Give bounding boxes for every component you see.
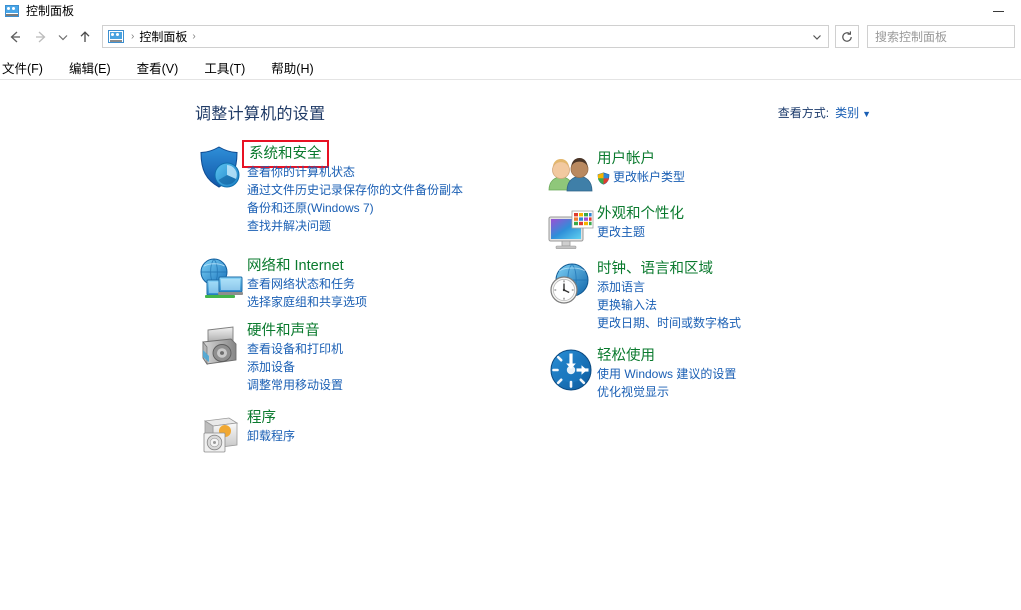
shield-icon[interactable]	[195, 143, 247, 195]
address-bar: › 控制面板 › 搜索控制面板	[0, 22, 1021, 51]
category-user-accounts: 用户帐户 更改帐户类型	[545, 148, 685, 200]
network-globe-icon[interactable]	[195, 255, 247, 307]
link-file-history-backup[interactable]: 通过文件历史记录保存你的文件备份副本	[247, 182, 463, 199]
link-troubleshoot[interactable]: 查找并解决问题	[247, 218, 463, 235]
clock-globe-icon[interactable]	[545, 258, 597, 310]
view-by-label: 查看方式:	[777, 106, 830, 120]
address-path-box[interactable]: › 控制面板 ›	[102, 25, 829, 48]
menu-item-file[interactable]: 文件(F)	[0, 56, 56, 79]
printer-icon[interactable]	[195, 320, 247, 372]
link-optimize-visual-display[interactable]: 优化视觉显示	[597, 384, 736, 401]
link-add-device[interactable]: 添加设备	[247, 359, 343, 376]
category-title-hardware-and-sound[interactable]: 硬件和声音	[247, 322, 320, 340]
page-title: 调整计算机的设置	[195, 106, 326, 123]
breadcrumb-item-control-panel[interactable]: 控制面板	[139, 28, 187, 45]
link-change-account-type[interactable]: 更改帐户类型	[597, 169, 685, 186]
users-icon[interactable]	[545, 148, 597, 200]
view-by-control: 查看方式: 类别 ▼	[778, 104, 871, 121]
category-programs: 程序 卸载程序	[195, 407, 295, 459]
link-change-account-type-label: 更改帐户类型	[613, 170, 686, 184]
menu-bar: 文件(F) 编辑(E) 查看(V) 工具(T) 帮助(H)	[0, 55, 1021, 79]
category-hardware-and-sound: 硬件和声音 查看设备和打印机 添加设备 调整常用移动设置	[195, 320, 343, 394]
breadcrumb-separator: ›	[131, 31, 135, 42]
link-mobility-settings[interactable]: 调整常用移动设置	[247, 377, 343, 394]
recent-locations-button[interactable]	[54, 24, 72, 50]
link-add-language[interactable]: 添加语言	[597, 279, 741, 296]
category-appearance-and-personalization: 外观和个性化 更改主题	[545, 203, 684, 255]
link-windows-suggested-settings[interactable]: 使用 Windows 建议的设置	[597, 366, 736, 383]
link-uninstall-program[interactable]: 卸载程序	[247, 428, 295, 445]
programs-disc-icon[interactable]	[195, 407, 247, 459]
title-bar: 控制面板	[0, 0, 1021, 22]
uac-shield-icon	[597, 172, 610, 185]
chevron-down-icon[interactable]: ▼	[862, 109, 871, 119]
menu-item-help[interactable]: 帮助(H)	[258, 56, 326, 79]
minimize-button[interactable]	[976, 0, 1021, 22]
category-title-ease-of-access[interactable]: 轻松使用	[597, 347, 655, 365]
link-homegroup-sharing[interactable]: 选择家庭组和共享选项	[247, 294, 367, 311]
link-backup-and-restore[interactable]: 备份和还原(Windows 7)	[247, 200, 463, 217]
menu-item-tools[interactable]: 工具(T)	[191, 56, 258, 79]
window-controls	[976, 0, 1021, 22]
menu-item-view[interactable]: 查看(V)	[124, 56, 192, 79]
menu-item-edit[interactable]: 编辑(E)	[56, 56, 124, 79]
control-panel-window: 控制面板 › 控制面板 › 搜索控制面板 文件(F) 编辑(E) 查看(V) 工…	[0, 0, 1021, 610]
link-check-computer-status[interactable]: 查看你的计算机状态	[247, 164, 463, 181]
breadcrumb-separator-2[interactable]: ›	[187, 31, 200, 42]
ease-of-access-icon[interactable]	[545, 345, 597, 397]
link-change-date-time-format[interactable]: 更改日期、时间或数字格式	[597, 315, 741, 332]
refresh-button[interactable]	[835, 25, 859, 48]
link-change-theme[interactable]: 更改主题	[597, 224, 684, 241]
category-clock-language-region: 时钟、语言和区域 添加语言 更换输入法 更改日期、时间或数字格式	[545, 258, 741, 332]
up-button[interactable]	[72, 24, 98, 50]
window-title: 控制面板	[26, 4, 75, 18]
view-by-value[interactable]: 类别	[835, 106, 859, 120]
category-title-appearance-and-personalization[interactable]: 外观和个性化	[597, 205, 684, 223]
search-placeholder: 搜索控制面板	[875, 30, 948, 44]
category-title-user-accounts[interactable]: 用户帐户	[597, 150, 655, 168]
chevron-down-icon[interactable]	[806, 26, 828, 47]
link-devices-and-printers[interactable]: 查看设备和打印机	[247, 341, 343, 358]
monitor-palette-icon[interactable]	[545, 203, 597, 255]
forward-button[interactable]	[28, 24, 54, 50]
category-title-clock-language-region[interactable]: 时钟、语言和区域	[597, 260, 713, 278]
category-title-programs[interactable]: 程序	[247, 409, 276, 427]
content-area: 调整计算机的设置 查看方式: 类别 ▼ 系统和安全 查看你的计算机状态 通过文件…	[0, 80, 1021, 610]
category-title-network-and-internet[interactable]: 网络和 Internet	[247, 257, 344, 275]
control-panel-icon	[4, 3, 20, 19]
category-ease-of-access: 轻松使用 使用 Windows 建议的设置 优化视觉显示	[545, 345, 736, 401]
link-network-status[interactable]: 查看网络状态和任务	[247, 276, 367, 293]
category-network-and-internet: 网络和 Internet 查看网络状态和任务 选择家庭组和共享选项	[195, 255, 367, 311]
back-button[interactable]	[2, 24, 28, 50]
link-change-input-method[interactable]: 更换输入法	[597, 297, 741, 314]
category-system-and-security: 系统和安全 查看你的计算机状态 通过文件历史记录保存你的文件备份副本 备份和还原…	[195, 140, 463, 235]
category-title-system-and-security[interactable]: 系统和安全	[242, 140, 329, 168]
control-panel-icon	[108, 29, 124, 45]
search-input[interactable]: 搜索控制面板	[867, 25, 1015, 48]
